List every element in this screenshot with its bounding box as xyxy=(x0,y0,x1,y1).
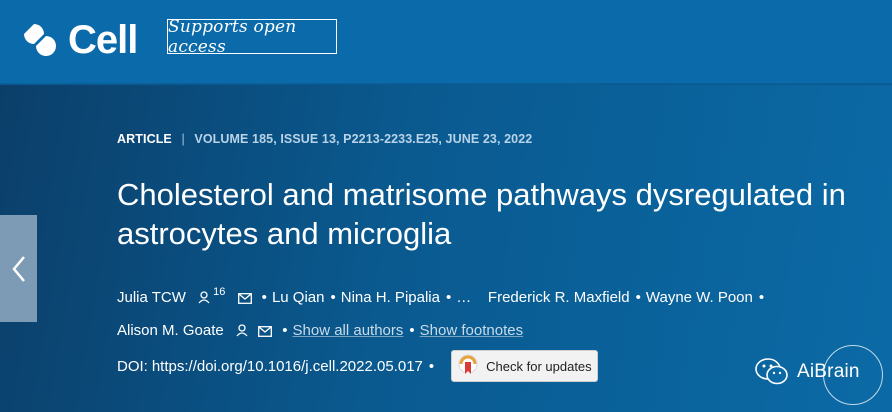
author-item: Nina H. Pipalia xyxy=(341,289,440,306)
brand-name: Cell xyxy=(68,18,138,62)
author-bullet: • xyxy=(282,322,288,339)
person-icon[interactable] xyxy=(198,291,210,304)
author-item: Lu Qian xyxy=(272,289,325,306)
doi-row: DOI: https://doi.org/10.1016/j.cell.2022… xyxy=(117,350,599,382)
author-bullet: • xyxy=(261,289,267,306)
author-item: Alison M. Goate xyxy=(117,322,276,339)
show-footnotes-link[interactable]: Show footnotes xyxy=(420,322,523,339)
wechat-icon xyxy=(755,358,788,385)
crossmark-icon xyxy=(458,354,478,374)
doi-label: DOI: xyxy=(117,357,148,375)
author-bullet: • xyxy=(635,289,641,306)
person-icon[interactable] xyxy=(236,324,248,337)
author-name[interactable]: Alison M. Goate xyxy=(117,322,224,339)
author-item: Julia TCW 16 xyxy=(117,286,256,306)
chevron-left-icon xyxy=(11,255,25,282)
check-for-updates-button[interactable]: Check for updates xyxy=(451,350,599,382)
author-list: Julia TCW 16 • Lu Qian • Nina H. Pipalia •… … xyxy=(117,276,877,347)
article-meta: ARTICLE | VOLUME 185, ISSUE 13, P2213-22… xyxy=(117,132,532,146)
author-name[interactable]: Julia TCW xyxy=(117,289,186,306)
doi-bullet: • xyxy=(428,357,435,375)
author-bullet: • xyxy=(758,289,765,306)
cell-logo-icon xyxy=(24,24,56,56)
show-all-authors-link[interactable]: Show all authors xyxy=(293,322,404,339)
author-bullet: • xyxy=(409,322,415,339)
watermark: AiBrain xyxy=(755,350,860,394)
check-for-updates-label: Check for updates xyxy=(486,358,592,374)
article-type: ARTICLE xyxy=(117,132,172,146)
open-access-badge[interactable]: Supports open access xyxy=(167,17,337,57)
author-name[interactable]: Frederick R. Maxfield xyxy=(488,289,630,306)
envelope-icon[interactable] xyxy=(258,326,273,337)
previous-article-button[interactable] xyxy=(0,215,37,322)
author-item: Frederick R. Maxfield xyxy=(488,289,630,306)
site-header: Cell Supports open access xyxy=(0,0,892,84)
author-item: Wayne W. Poon xyxy=(646,289,753,306)
author-name[interactable]: Nina H. Pipalia xyxy=(341,289,440,306)
author-bullet: • xyxy=(330,289,336,306)
cell-logo[interactable]: Cell xyxy=(20,18,138,62)
author-name[interactable]: Lu Qian xyxy=(272,289,325,306)
doi-link[interactable]: https://doi.org/10.1016/j.cell.2022.05.0… xyxy=(152,358,423,375)
author-ellipsis: … xyxy=(456,289,471,306)
envelope-icon[interactable] xyxy=(237,293,252,304)
author-name[interactable]: Wayne W. Poon xyxy=(646,289,753,306)
article-title: Cholesterol and matrisome pathways dysre… xyxy=(117,177,846,251)
meta-separator: | xyxy=(181,132,185,146)
affiliation-number[interactable]: 16 xyxy=(213,286,225,298)
author-bullet: • xyxy=(445,289,452,306)
volume-info[interactable]: VOLUME 185, ISSUE 13, P2213-2233.E25, JU… xyxy=(194,132,532,146)
watermark-text: AiBrain xyxy=(797,361,860,382)
author-ellipsis-text: … xyxy=(456,289,472,306)
